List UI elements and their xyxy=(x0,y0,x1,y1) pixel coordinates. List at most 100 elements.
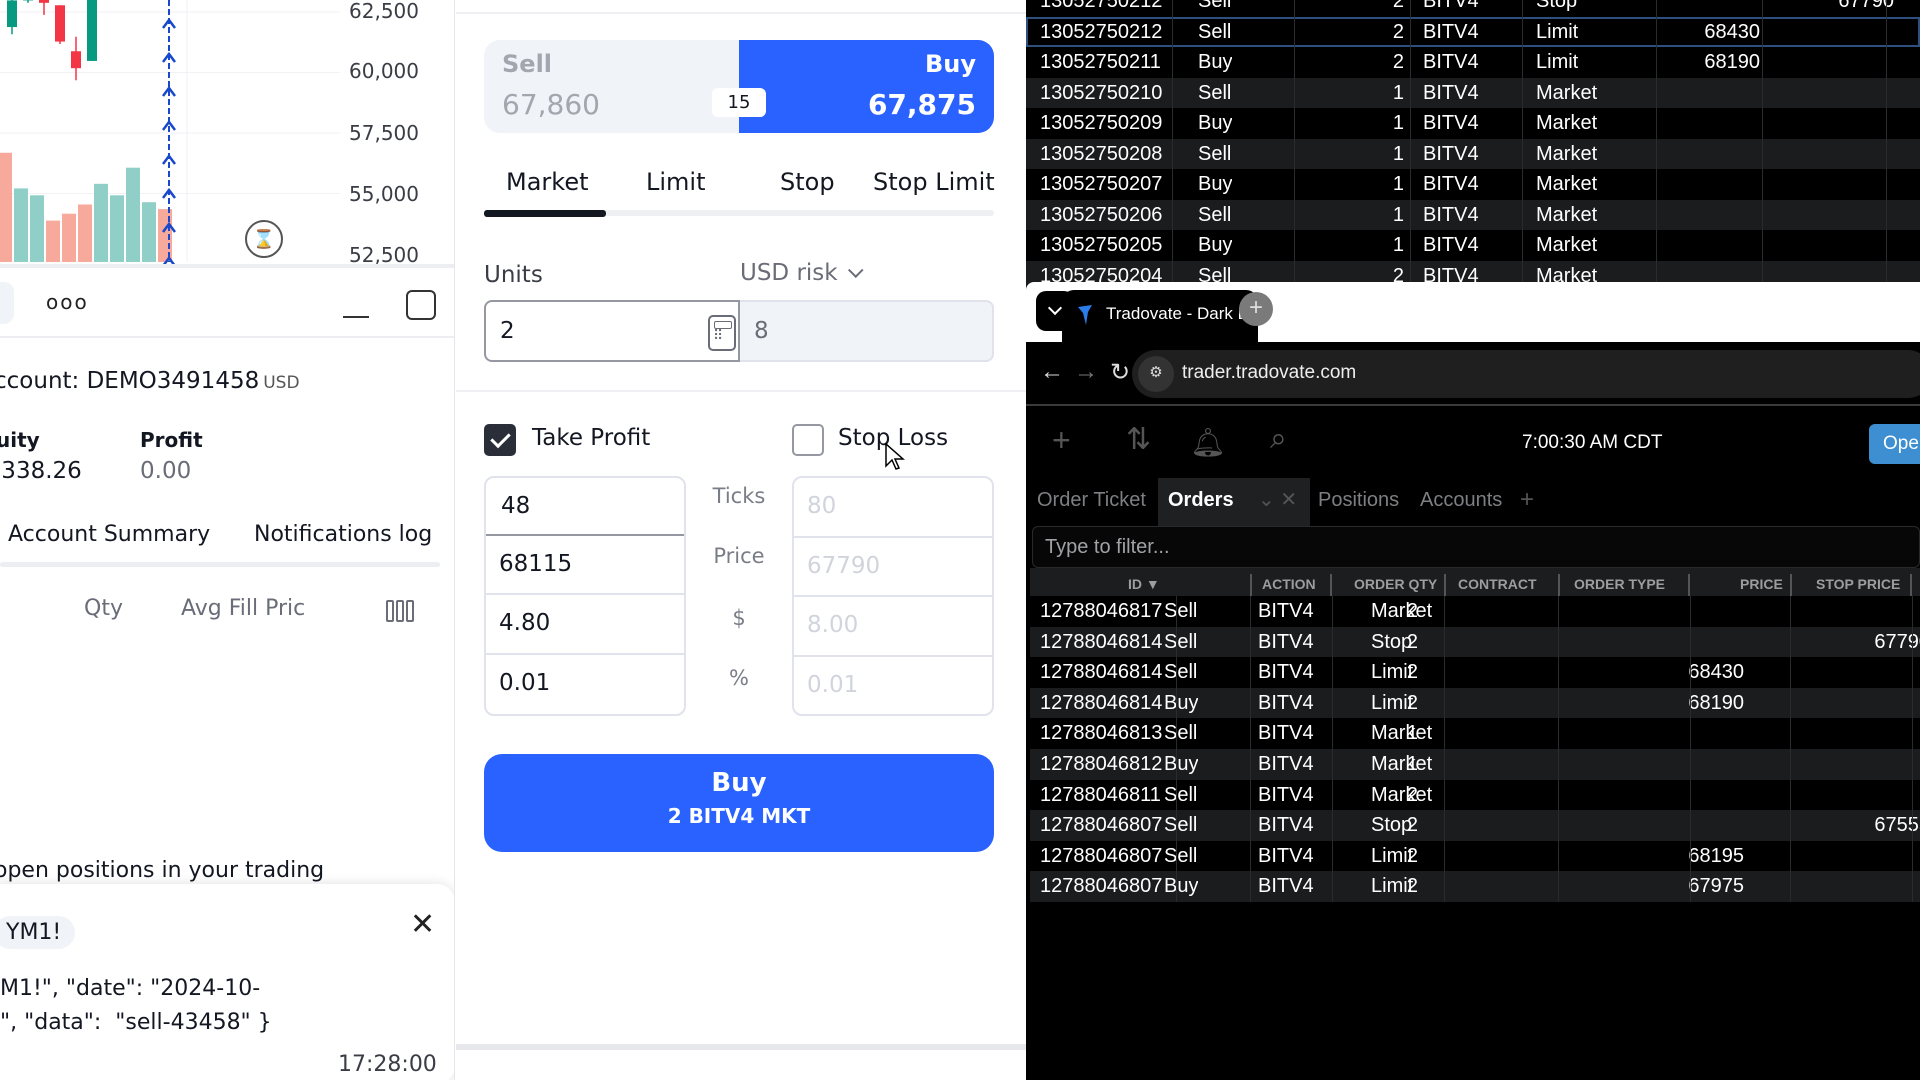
filter-input[interactable]: Type to filter... xyxy=(1032,526,1920,568)
chevron-down-icon xyxy=(847,262,864,279)
tp-usd-input[interactable]: 4.80 xyxy=(486,595,684,655)
more-options-icon[interactable]: ooo xyxy=(46,290,89,314)
cell-separator xyxy=(1444,687,1445,719)
table-row[interactable]: 13052750206 Sell 1 BITV4 Market xyxy=(1026,199,1920,230)
chart-divider[interactable] xyxy=(0,264,454,268)
table-row[interactable]: 13052750209 Buy 1 BITV4 Market xyxy=(1026,108,1920,139)
sl-percent-input[interactable]: 0.01 xyxy=(794,657,992,715)
table-row[interactable]: 12788046817 Sell 2 BITV4 Market xyxy=(1030,596,1920,627)
tp-price-input[interactable]: 68115 xyxy=(486,536,684,595)
table-row[interactable]: 12788046814 Sell 2 BITV4 Limit 68430 xyxy=(1030,657,1920,688)
submit-buy-button[interactable]: Buy 2 BITV4 MKT xyxy=(484,754,994,852)
tab-controls[interactable]: ⌄ ✕ xyxy=(1258,478,1297,522)
site-info-icon[interactable]: ⚙ xyxy=(1138,356,1174,392)
tab-positions[interactable]: Positions xyxy=(1318,478,1399,530)
units-input[interactable]: 2 xyxy=(484,300,740,362)
tp-percent-input[interactable]: 0.01 xyxy=(486,655,684,715)
tab-order-ticket[interactable]: Order Ticket xyxy=(1037,478,1146,530)
forward-icon[interactable]: → xyxy=(1074,358,1098,386)
plus-icon[interactable]: + xyxy=(1052,422,1071,459)
cell-separator xyxy=(1762,0,1763,17)
open-button[interactable]: Ope xyxy=(1869,424,1920,464)
back-icon[interactable]: ← xyxy=(1040,358,1064,386)
tab-stop[interactable]: Stop xyxy=(780,168,835,196)
calculator-icon[interactable] xyxy=(708,315,736,351)
table-row[interactable]: 13052750211 Buy 2 BITV4 Limit 68190 xyxy=(1026,47,1920,78)
table-row[interactable]: 12788046807Sell2BITV4Stop67555 xyxy=(1030,810,1920,841)
table-row[interactable]: 12788046807 Buy 2 BITV4 Limit 67975 xyxy=(1030,871,1920,902)
order-ticket: Sell 67,860 Buy 67,875 15 Market Limit S… xyxy=(456,0,1026,1080)
column-resizer[interactable] xyxy=(1330,574,1332,596)
cell-separator xyxy=(1332,596,1333,627)
column-resizer[interactable] xyxy=(1558,574,1560,596)
stop-loss-checkbox[interactable] xyxy=(792,424,824,456)
table-row[interactable]: 12788046811 Sell 2 BITV4 Market xyxy=(1030,779,1920,811)
buy-side-button[interactable]: Buy 67,875 xyxy=(739,40,994,133)
tab-notifications-log[interactable]: Notifications log xyxy=(254,522,432,547)
table-row[interactable]: 12788046813 Sell 1 BITV4 Market xyxy=(1030,718,1920,749)
table-row[interactable]: 12788046814Sell2BITV4Stop67790 xyxy=(1030,626,1920,658)
new-tab-button[interactable]: + xyxy=(1239,292,1273,326)
up-down-arrows-icon[interactable]: ⇅ xyxy=(1126,422,1151,457)
order-type: Market xyxy=(1536,203,1598,226)
search-icon[interactable]: ⌕ xyxy=(1270,422,1287,456)
bell-icon[interactable]: 🔔︎ xyxy=(1190,426,1226,459)
order-id: 13052750206 xyxy=(1040,203,1163,226)
sl-usd-input[interactable]: 8.00 xyxy=(794,597,992,657)
minimize-icon[interactable] xyxy=(343,316,369,318)
column-resizer[interactable] xyxy=(1910,574,1912,596)
column-resizer[interactable] xyxy=(1688,574,1690,596)
alert-message: M1!", "date": "2024-10- ", "data": "sell… xyxy=(0,972,272,1040)
columns-settings-icon[interactable] xyxy=(386,600,414,622)
column-resizer[interactable] xyxy=(1250,574,1252,596)
column-qty[interactable]: Qty xyxy=(84,596,123,621)
column-avg-fill-price[interactable]: Avg Fill Pric xyxy=(181,596,305,621)
table-row[interactable]: 13052750212 Sell 2 BITV4 Stop 67790 xyxy=(1026,0,1920,17)
price-chart[interactable]: 62,500 60,000 57,500 55,000 52,500 ⌛ xyxy=(0,0,454,267)
reload-icon[interactable]: ↻ xyxy=(1110,358,1130,387)
cell-separator xyxy=(1762,169,1763,200)
column-resizer[interactable] xyxy=(1444,574,1446,596)
tab-market[interactable]: Market xyxy=(506,168,589,196)
panel-tab-pill[interactable] xyxy=(0,282,14,324)
maximize-icon[interactable] xyxy=(406,290,436,320)
take-profit-label[interactable]: Take Profit xyxy=(532,425,650,451)
table-row[interactable]: 13052750207 Buy 1 BITV4 Market xyxy=(1026,169,1920,200)
account-info[interactable]: ccount: DEMO3491458 USD xyxy=(0,368,300,394)
take-profit-checkbox[interactable] xyxy=(484,424,516,456)
hourglass-icon[interactable]: ⌛ xyxy=(245,220,283,258)
table-row[interactable]: 12788046807 Sell 2 BITV4 Limit 68195 xyxy=(1030,840,1920,872)
browser-tab[interactable]: Tradovate - Dark Default ✕ xyxy=(1062,290,1292,342)
tab-account-summary[interactable]: Account Summary xyxy=(8,522,210,547)
address-bar[interactable]: ⚙ trader.tradovate.com xyxy=(1132,350,1920,398)
sell-button[interactable]: Sell 67,860 xyxy=(484,40,739,133)
cell-separator xyxy=(1912,596,1913,627)
close-icon[interactable]: ✕ xyxy=(410,910,435,940)
add-tab-icon[interactable]: + xyxy=(1520,478,1534,530)
order-contract: BITV4 xyxy=(1258,630,1314,653)
symbol-chip[interactable]: YM1! xyxy=(0,916,76,949)
usd-risk-dropdown[interactable]: USD risk xyxy=(740,260,864,286)
sl-ticks-input[interactable]: 80 xyxy=(794,478,992,538)
table-row[interactable]: 13052750208 Sell 1 BITV4 Market xyxy=(1026,138,1920,169)
price-axis-label: 62,500 xyxy=(349,0,419,23)
tab-limit[interactable]: Limit xyxy=(646,168,706,196)
table-row[interactable]: 13052750205 Buy 1 BITV4 Market xyxy=(1026,230,1920,261)
empty-positions-message: open positions in your trading xyxy=(0,858,325,883)
tp-ticks-input[interactable]: 48 xyxy=(486,478,684,536)
sl-price-input[interactable]: 67790 xyxy=(794,538,992,597)
order-contract: BITV4 xyxy=(1423,20,1479,43)
column-resizer[interactable] xyxy=(1790,574,1792,596)
tab-orders[interactable]: Orders ⌄ ✕ xyxy=(1158,478,1310,530)
tab-stop-limit[interactable]: Stop Limit xyxy=(873,168,995,196)
cell-separator xyxy=(1522,16,1523,47)
table-row[interactable]: 13052750210 Sell 1 BITV4 Market xyxy=(1026,77,1920,108)
tab-accounts[interactable]: Accounts xyxy=(1420,478,1502,530)
table-row[interactable]: 12788046812 Buy 1 BITV4 Market xyxy=(1030,748,1920,780)
table-row[interactable]: 12788046814 Buy 2 BITV4 Limit 68190 xyxy=(1030,687,1920,719)
volume-bar xyxy=(142,202,156,262)
order-price: 68190 xyxy=(1688,691,1744,714)
usd-risk-input[interactable]: 8 xyxy=(740,300,994,362)
table-row[interactable]: 13052750212 Sell 2 BITV4 Limit 68430 xyxy=(1026,16,1920,47)
order-qty: 1 xyxy=(1392,234,1404,256)
